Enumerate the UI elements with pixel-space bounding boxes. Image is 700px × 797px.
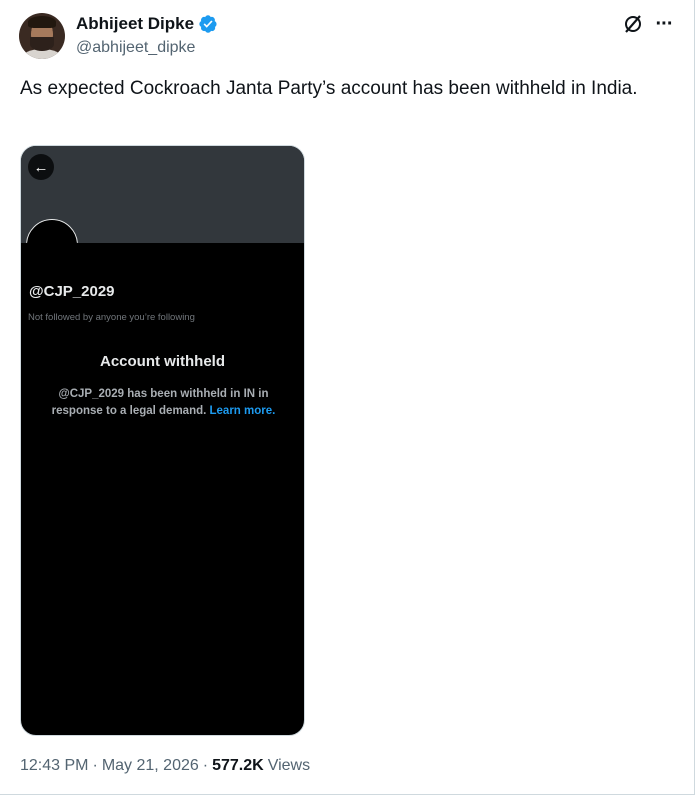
not-followed-text: Not followed by anyone you’re following [28,312,195,323]
author-name-row[interactable]: Abhijeet Dipke [76,13,218,35]
author-display-name[interactable]: Abhijeet Dipke [76,14,194,34]
withheld-message: @CJP_2029 has been withheld in IN in res… [41,386,286,420]
learn-more-link: Learn more. [209,405,276,417]
views-label: Views [267,757,311,774]
tweet-meta: 12:43 PM · May 21, 2026 · 577.2K Views [20,757,310,775]
tweet-media-image[interactable]: ← @CJP_2029 Not followed by anyone you’r… [20,145,305,736]
more-horizontal-icon[interactable]: ··· [652,12,676,36]
withheld-profile-handle: @CJP_2029 [29,283,115,300]
grok-icon[interactable] [621,12,645,36]
back-arrow-icon: ← [28,154,54,180]
withheld-title: Account withheld [100,353,225,370]
tweet-text: As expected Cockroach Janta Party’s acco… [20,78,638,99]
tweet-time[interactable]: 12:43 PM [20,757,88,775]
tweet-date[interactable]: May 21, 2026 [102,757,199,775]
profile-avatar-placeholder [26,219,78,271]
meta-separator: · [92,757,98,774]
meta-separator: · [202,757,209,774]
verified-badge-icon [199,15,217,33]
avatar[interactable] [19,13,65,59]
author-handle[interactable]: @abhijeet_dipke [76,39,195,57]
views-count: 577.2K [212,757,264,774]
